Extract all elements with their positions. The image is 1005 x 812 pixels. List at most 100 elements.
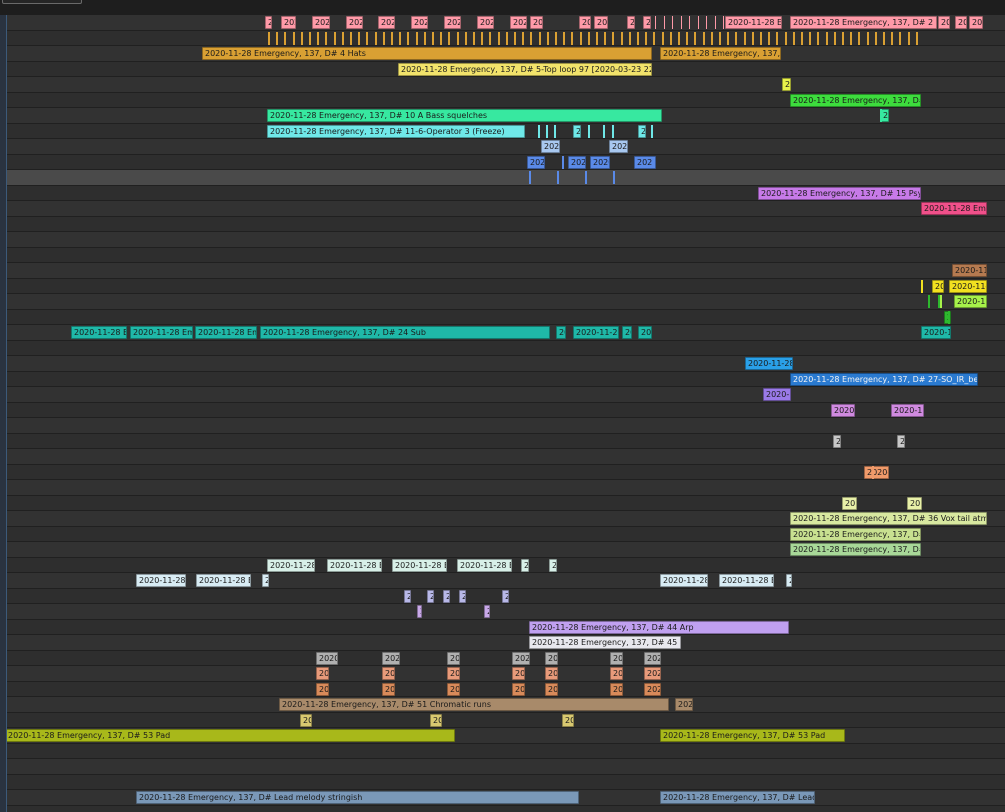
clip[interactable]: 2 [521, 558, 529, 572]
clip[interactable]: 2020-1 [763, 388, 791, 401]
clip[interactable]: 20 [622, 326, 632, 339]
clip[interactable]: 2020 [590, 155, 610, 169]
track-lane[interactable] [0, 759, 1005, 775]
clip-tick[interactable] [825, 31, 828, 45]
clip-tick[interactable] [497, 31, 500, 45]
clip-tick[interactable] [940, 295, 942, 308]
track-lane[interactable] [0, 77, 1005, 93]
clip[interactable]: 2 [627, 16, 635, 29]
clip[interactable]: 20 [545, 667, 558, 680]
clip[interactable]: 2 [443, 589, 450, 603]
clip[interactable]: 2020-11-28 Emergency, 137, D# 45 Le [529, 636, 681, 649]
track-lane[interactable] [0, 30, 1005, 46]
clip-tick[interactable] [628, 31, 631, 45]
clip[interactable]: 202 [312, 16, 330, 29]
clip-tick[interactable] [448, 31, 451, 45]
clip[interactable]: 2020-11-28 [745, 357, 793, 370]
clip[interactable]: 2 [404, 589, 411, 603]
clip[interactable]: 2020-11-28 Emergency, 137, D# 5-Top loop… [398, 62, 652, 76]
clip-tick[interactable] [612, 31, 615, 45]
clip[interactable]: 2 [833, 434, 841, 448]
clip-tick[interactable] [562, 155, 564, 169]
clip[interactable]: 20 [579, 16, 591, 29]
clip-tick[interactable] [546, 31, 549, 45]
clip[interactable]: 2020-11-28 Em [130, 326, 193, 339]
clip[interactable]: 202 [541, 140, 560, 153]
clip[interactable]: 202 [512, 651, 530, 665]
clip[interactable]: 2020-11-28 Emergency, 137, D# 36 Vox tai… [790, 512, 987, 525]
clip[interactable]: 2 [427, 589, 434, 603]
clip[interactable]: 20 [969, 16, 983, 29]
clip-tick[interactable] [522, 31, 525, 45]
track-lane[interactable] [0, 278, 1005, 294]
clip-tick[interactable] [776, 31, 779, 45]
clip-tick[interactable] [505, 31, 508, 45]
clip-tick[interactable] [866, 31, 869, 45]
clip-tick[interactable] [809, 31, 812, 45]
clip-tick[interactable] [899, 31, 902, 45]
clip[interactable]: 2020-11-28 Emergency, 137, D# 44 Arp [529, 620, 789, 634]
clip-tick[interactable] [366, 31, 369, 45]
clip[interactable]: 2020-11-28 Emergency, 137, D# 27-SO_IR_b… [790, 372, 978, 386]
clip-tick[interactable] [694, 31, 697, 45]
clip-tick[interactable] [760, 31, 762, 45]
clip-tick[interactable] [915, 31, 918, 45]
clip[interactable]: 2020-11-28 Emergency, 137, D# 11-6-Opera… [267, 124, 525, 138]
clip[interactable]: 20 [447, 651, 460, 665]
clip[interactable]: 20 [382, 682, 395, 696]
clip-tick[interactable] [350, 31, 352, 45]
clip-tick[interactable] [714, 16, 716, 29]
clip[interactable]: 202 [510, 16, 527, 29]
clip-tick[interactable] [672, 16, 673, 29]
clip[interactable]: 2020-11 [954, 295, 987, 308]
clip[interactable]: 20 [562, 713, 574, 727]
clip-tick[interactable] [464, 31, 467, 45]
track-lane[interactable] [0, 154, 1005, 170]
clip[interactable]: 2020 [675, 698, 693, 711]
clip[interactable]: 2020-11-28 Emergency, 137, D# 4 Hats [202, 47, 652, 60]
clip[interactable]: 2020-11-28 Emergency, 137, D# [790, 93, 921, 107]
track-lane[interactable] [0, 635, 1005, 651]
clip[interactable]: 2 [417, 605, 422, 618]
clip[interactable]: 2020-11-28 E [71, 326, 127, 339]
clip[interactable]: 2 [484, 605, 490, 618]
clip-tick[interactable] [587, 31, 590, 45]
clip-tick[interactable] [645, 31, 648, 45]
clip-tick[interactable] [538, 31, 541, 45]
clip[interactable]: 2020-11-28 [267, 558, 315, 572]
clip-tick[interactable] [723, 16, 724, 29]
clip[interactable]: 20 [932, 279, 944, 293]
clip-tick[interactable] [669, 31, 672, 45]
clip-tick[interactable] [341, 31, 344, 45]
clip-tick[interactable] [784, 31, 787, 45]
clip-tick[interactable] [588, 124, 590, 138]
clip-tick[interactable] [710, 31, 713, 45]
clip[interactable]: 20 [430, 713, 442, 727]
clip-tick[interactable] [415, 31, 418, 45]
clip[interactable]: 2020-11-28 Emergency, 137, D# 53 Pad [5, 729, 455, 742]
track-lane[interactable] [0, 650, 1005, 666]
clip[interactable]: 20 [610, 667, 623, 680]
clip-tick[interactable] [921, 279, 923, 293]
track-lane[interactable] [0, 712, 1005, 728]
clip[interactable]: 20 [530, 16, 543, 29]
clip-tick[interactable] [382, 31, 385, 45]
clip-tick[interactable] [719, 31, 721, 45]
clip-tick[interactable] [858, 31, 861, 45]
clip[interactable]: 2020-11-28 Emergency, 137, D# 53 Pad [660, 729, 845, 742]
clip[interactable]: 20 [938, 16, 950, 29]
clip[interactable]: 20 [594, 16, 608, 29]
clip[interactable]: 2020-11-28 Emergency, 137, D [660, 47, 781, 60]
clip-tick[interactable] [514, 31, 516, 45]
clip[interactable]: 2020-11-28 Emergency, 137, D# Lead melod… [136, 791, 579, 804]
clip-tick[interactable] [817, 31, 820, 45]
clip-tick[interactable] [391, 31, 393, 45]
track-lane[interactable] [0, 340, 1005, 356]
track-lane[interactable] [0, 805, 1005, 812]
clip[interactable]: 2020-11-28 Emergency, 137, D# Lead n [660, 791, 815, 804]
clip-tick[interactable] [407, 31, 410, 45]
clip[interactable]: 2 [573, 124, 581, 138]
clip-tick[interactable] [325, 31, 328, 45]
clip-tick[interactable] [928, 295, 930, 308]
clip-tick[interactable] [585, 171, 587, 184]
